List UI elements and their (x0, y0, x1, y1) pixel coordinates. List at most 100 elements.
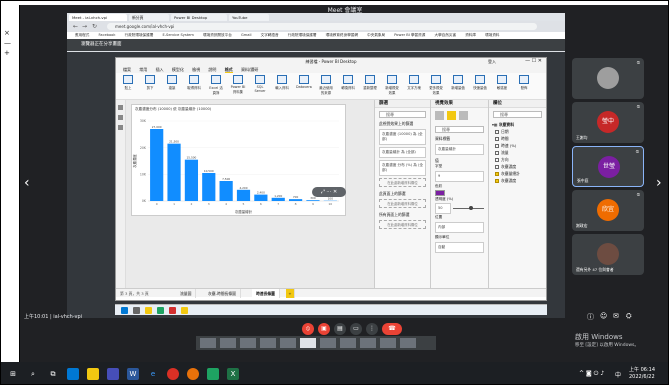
filter-card[interactable]: 灰塵量總計 為 (全部) (379, 147, 426, 158)
filter-card[interactable]: 灰塵濃度 分布 (%) 為 (全部) (379, 160, 426, 176)
bookmark[interactable]: 大學自然災害 (434, 33, 456, 37)
participant-tile[interactable]: 欣宜 謝政宏 ⦸ (572, 190, 644, 231)
field-checkbox[interactable] (495, 179, 499, 183)
menu-item[interactable]: 模型化 (172, 67, 184, 72)
ribbon-button[interactable]: 快速量值 (472, 75, 488, 95)
folder-icon[interactable] (87, 368, 99, 380)
field-item[interactable]: 方向 (489, 156, 546, 163)
thumbnail[interactable] (280, 338, 296, 348)
thumbnail[interactable] (340, 338, 356, 348)
field-item[interactable]: 時間 (489, 135, 546, 142)
app-icon[interactable] (67, 368, 79, 380)
bar-chart[interactable]: 0K 10K 20K 30K 27,000 0 21,500 1 15,500 2 10,500 3 7… (132, 115, 345, 215)
menu-item[interactable]: 說明 (208, 67, 216, 72)
participant-tile[interactable]: 世瑩 張中庭 ⦸ (572, 146, 644, 187)
viz-search[interactable]: 搜尋 (435, 126, 484, 133)
app-icon[interactable] (169, 307, 176, 314)
page-tab-active[interactable]: 時速長條圖 (252, 289, 280, 298)
field-item[interactable]: 流量 (489, 149, 546, 156)
format-brush-icon[interactable] (447, 111, 456, 120)
ribbon-button[interactable]: 新增視覺效果 (384, 75, 400, 95)
bookmark[interactable]: 行政院環境保護署 (125, 33, 154, 37)
thumbnail[interactable] (240, 338, 256, 348)
ribbon-button[interactable]: 新增量值 (450, 75, 466, 95)
ribbon-button[interactable]: 貼上 (120, 75, 136, 95)
bookmark[interactable]: Gmail (241, 33, 252, 37)
browser-tab[interactable]: Meet - ial-vhch-vpi (69, 14, 127, 21)
chrome-icon[interactable] (157, 307, 164, 314)
ribbon-button[interactable]: 發佈 (516, 75, 532, 95)
bar[interactable] (219, 181, 233, 201)
add-field-drop[interactable]: 在此處新增資料欄位 (379, 220, 426, 229)
bookmark[interactable]: Power BI 學習資源 (394, 33, 425, 37)
field-item[interactable]: 灰塵濃度 (489, 177, 546, 184)
field-checkbox[interactable] (495, 172, 499, 176)
ribbon-button[interactable]: 複製 (164, 75, 180, 95)
table-node[interactable]: ▾▦ 灰塵資料 (489, 121, 546, 128)
menu-item[interactable]: 常用 (139, 67, 147, 72)
menu-item[interactable]: 檔案 (123, 67, 131, 72)
thumbnail-active[interactable] (300, 338, 316, 348)
report-view-icon[interactable] (118, 105, 123, 110)
bar[interactable] (236, 189, 251, 201)
ribbon-button[interactable]: 文字方塊 (406, 75, 422, 95)
participant-tile[interactable]: 還有另外 47 位與會者 (572, 234, 644, 275)
taskbar-time[interactable]: 上午 06:14 (629, 366, 655, 373)
prev-arrow-icon[interactable]: ‹ (24, 175, 30, 191)
participant-tile[interactable]: 瑩中 王謝均 ⦸ (572, 102, 644, 143)
bar[interactable] (202, 173, 216, 201)
search-icon[interactable]: ⌕ (27, 368, 39, 380)
bookmark[interactable]: Facebook (99, 33, 116, 37)
bookmark[interactable]: E-Service System (162, 33, 193, 37)
mic-button[interactable]: ⦸ (302, 323, 314, 335)
next-arrow-icon[interactable]: › (656, 175, 662, 191)
address-bar[interactable]: meet.google.com/ial-vhch-vpi (107, 23, 537, 30)
bookmark[interactable]: 環境教育終身學習網 (326, 33, 358, 37)
thumbnail[interactable] (400, 338, 416, 348)
analytics-icon[interactable] (459, 111, 468, 120)
menu-item[interactable]: 資料/鑽研 (241, 67, 258, 72)
taskbar-date[interactable]: 2022/6/22 (629, 374, 655, 380)
camera-button[interactable]: ▣ (318, 323, 330, 335)
reload-icon[interactable]: ↻ (92, 23, 97, 30)
powerbi-icon[interactable] (181, 307, 188, 314)
field-checkbox[interactable] (495, 130, 499, 134)
data-view-icon[interactable] (118, 115, 123, 120)
bar[interactable] (254, 194, 268, 201)
bar[interactable] (184, 159, 199, 201)
info-icon[interactable]: ⓘ (587, 312, 594, 322)
field-checkbox[interactable] (495, 137, 499, 141)
field-checkbox[interactable] (495, 158, 499, 162)
bookmark[interactable]: 資料庫 (465, 33, 476, 37)
teams-icon[interactable] (107, 368, 119, 380)
activities-icon[interactable]: ⛭ (626, 312, 632, 321)
thumbnail[interactable] (260, 338, 276, 348)
bookmark[interactable]: 應用程式 (75, 33, 89, 37)
bar[interactable] (150, 129, 164, 201)
thumbnail[interactable] (320, 338, 336, 348)
field-item[interactable]: 時速 (%) (489, 142, 546, 149)
firefox-icon[interactable] (187, 368, 199, 380)
close-icon[interactable]: × (4, 29, 10, 37)
window-controls-icon[interactable]: — ☐ ✕ (525, 58, 542, 64)
transparency-slider[interactable] (453, 206, 484, 210)
browser-tab[interactable]: 新分頁 (129, 14, 169, 21)
tray-lang[interactable]: 中 (615, 370, 621, 379)
excel-icon[interactable]: X (227, 368, 239, 380)
ribbon-button[interactable]: 取得資料 (186, 75, 202, 95)
chrome-icon[interactable] (167, 368, 179, 380)
task-view-icon[interactable]: ⧉ (47, 368, 59, 380)
search-icon[interactable] (133, 307, 140, 314)
add-icon[interactable]: + (4, 49, 10, 57)
field-checkbox[interactable] (495, 144, 499, 148)
back-icon[interactable]: ← (73, 23, 78, 30)
word-icon[interactable]: W (127, 368, 139, 380)
color-swatch[interactable] (435, 190, 445, 196)
forward-icon[interactable]: → (82, 23, 87, 30)
more-button[interactable]: ⋮ (366, 323, 378, 335)
build-visual-icon[interactable] (435, 111, 444, 120)
bookmark[interactable]: 中央氣象局 (367, 33, 385, 37)
thumbnail[interactable] (200, 338, 216, 348)
font-size-input[interactable]: 9 (435, 171, 484, 182)
ribbon-button[interactable]: 更多視覺效果 (428, 75, 444, 95)
